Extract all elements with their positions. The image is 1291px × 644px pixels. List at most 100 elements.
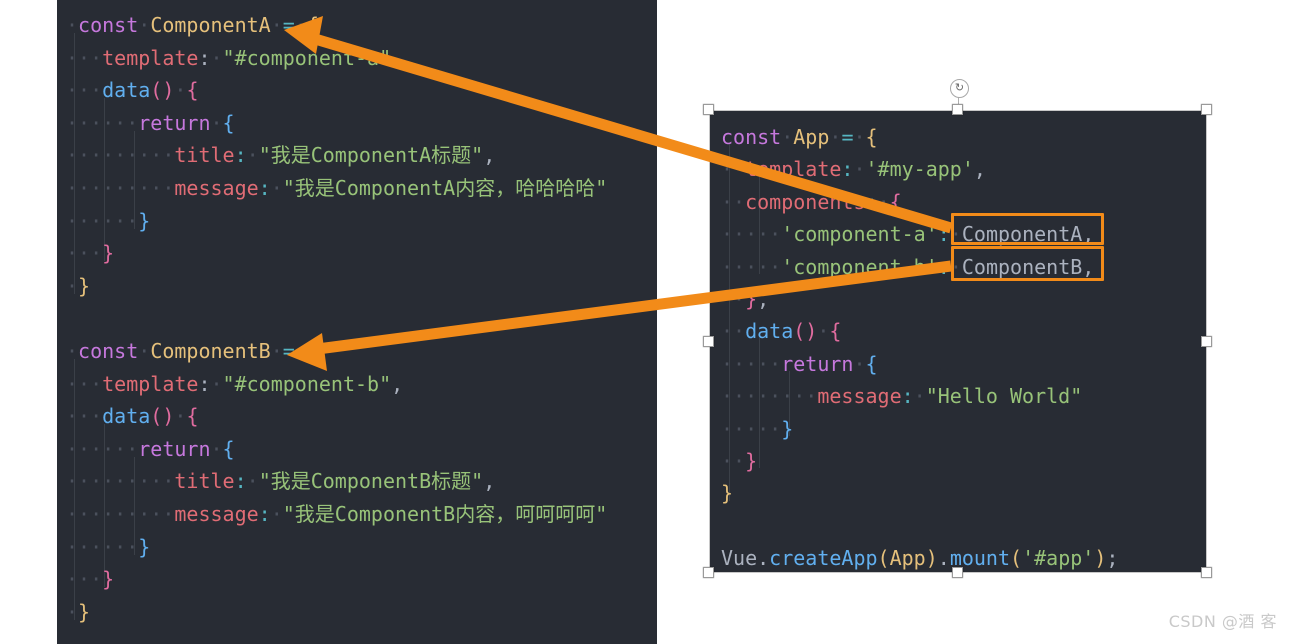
value-componentb: ComponentB,: [961, 254, 1095, 279]
code-line: ·········title:·"我是ComponentB标题",: [57, 465, 657, 498]
brace-open: {: [186, 78, 199, 103]
comma: ,: [757, 286, 770, 311]
paren-close: ): [1094, 546, 1107, 571]
code-line: ···}: [57, 563, 657, 596]
keyword-return: return: [138, 110, 211, 135]
brace-open: {: [222, 436, 235, 461]
whitespace-dots: ·········: [66, 175, 175, 200]
whitespace-dots: ······: [66, 208, 139, 233]
whitespace-dots: ·········: [66, 501, 175, 526]
rotate-handle-icon[interactable]: ↻: [950, 79, 969, 98]
string-title-value: "我是ComponentB标题": [258, 469, 484, 494]
property-message: message: [817, 384, 902, 409]
selection-handle-middle-right[interactable]: [1201, 336, 1212, 347]
identifier-componentb: ComponentB: [150, 338, 271, 363]
dot: .: [757, 546, 770, 571]
code-line: ······return·{: [57, 433, 657, 466]
parens: (): [150, 404, 175, 429]
colon: :: [258, 175, 271, 200]
whitespace-dots: ··: [721, 286, 746, 311]
brace-open: {: [186, 404, 199, 429]
brace-open: {: [889, 189, 902, 214]
whitespace-dots: ········: [721, 384, 818, 409]
code-line: ·········title:·"我是ComponentA标题",: [57, 139, 657, 172]
whitespace-dot: ·: [270, 13, 283, 37]
string-title-value: "我是ComponentA标题": [258, 143, 484, 168]
colon: :: [865, 189, 878, 214]
brace-close: }: [745, 448, 758, 473]
brace-open: {: [865, 351, 878, 376]
selection-handle-top-right[interactable]: [1201, 104, 1212, 115]
whitespace-dots: ··: [721, 448, 746, 473]
selection-handle-bottom-center[interactable]: [952, 567, 963, 578]
value-componenta: ComponentA,: [961, 222, 1095, 247]
whitespace-dots: ·····: [721, 254, 782, 279]
semicolon: ;: [1106, 546, 1119, 571]
whitespace-dots: ·····: [721, 351, 782, 376]
whitespace-dot: ·: [829, 125, 842, 149]
comma: ,: [973, 157, 986, 182]
whitespace-dots: ···: [66, 45, 103, 70]
selection-handle-bottom-right[interactable]: [1201, 567, 1212, 578]
whitespace-dot: ·: [66, 338, 79, 363]
identifier-app: App: [793, 125, 830, 149]
brace-close: }: [102, 241, 115, 266]
code-line: ·const·ComponentB·=·{: [57, 335, 657, 368]
identifier-componenta: ComponentA: [150, 13, 271, 37]
whitespace-dot: ·: [853, 157, 866, 182]
whitespace-dots: ·········: [66, 469, 175, 494]
whitespace-dot: ·: [270, 338, 283, 363]
whitespace-dot: ·: [913, 384, 926, 409]
whitespace-dot: ·: [949, 222, 962, 247]
code-line: ·····'component-a':·ComponentA,: [710, 218, 1206, 250]
selection-handle-top-center[interactable]: [952, 104, 963, 115]
property-message: message: [174, 501, 259, 526]
whitespace-dots: ·····: [721, 222, 782, 247]
brace-open: {: [222, 110, 235, 135]
code-line: ······}: [57, 531, 657, 564]
property-template: template: [102, 45, 199, 70]
whitespace-dots: ··: [721, 157, 746, 182]
brace-close: }: [78, 273, 91, 298]
whitespace-dot: ·: [877, 189, 890, 214]
keyword-const: const: [78, 338, 139, 363]
code-line: ···}: [57, 237, 657, 270]
string-message-value: "我是ComponentB内容，呵呵呵呵": [282, 501, 608, 526]
whitespace-dots: ·········: [66, 143, 175, 168]
selection-handle-middle-left[interactable]: [703, 336, 714, 347]
whitespace-dots: ···: [66, 567, 103, 592]
whitespace-dots: ···: [66, 371, 103, 396]
string-app-selector: '#app': [1022, 546, 1095, 571]
whitespace-dot: ·: [246, 143, 259, 168]
brace-close: }: [138, 534, 151, 559]
whitespace-dot: ·: [174, 404, 187, 429]
whitespace-dots: ···: [66, 404, 103, 429]
app-root-code-block[interactable]: const·App·=·{ ··template:·'#my-app', ··c…: [710, 111, 1206, 572]
code-line: ······}: [57, 205, 657, 238]
brace-open: {: [306, 338, 319, 363]
csdn-watermark: CSDN @酒 客: [1168, 612, 1277, 631]
selection-handle-bottom-left[interactable]: [703, 567, 714, 578]
code-line: ···template:·"#component-b",: [57, 368, 657, 401]
paren-open: (: [1010, 546, 1023, 571]
operator-assign: =: [841, 125, 854, 149]
parens: (): [150, 78, 175, 103]
whitespace-dot: ·: [949, 254, 962, 279]
whitespace-dots: ······: [66, 436, 139, 461]
whitespace-dot: ·: [210, 371, 223, 396]
code-line: ···data()·{: [57, 400, 657, 433]
whitespace-dot: ·: [66, 599, 79, 624]
brace-open: {: [865, 125, 878, 149]
argument-app: App: [889, 546, 926, 571]
whitespace-dot: ·: [781, 125, 794, 149]
string-message-value: "我是ComponentA内容，哈哈哈哈": [282, 175, 608, 200]
whitespace-dot: ·: [210, 436, 223, 461]
brace-close: }: [78, 599, 91, 624]
brace-open: {: [306, 13, 319, 37]
key-component-a: 'component-a': [781, 222, 938, 247]
selection-handle-top-left[interactable]: [703, 104, 714, 115]
component-definitions-code-block: ·const·ComponentA·=·{ ···template:·"#com…: [57, 0, 657, 644]
whitespace-dots: ·····: [721, 416, 782, 441]
brace-close: }: [102, 567, 115, 592]
